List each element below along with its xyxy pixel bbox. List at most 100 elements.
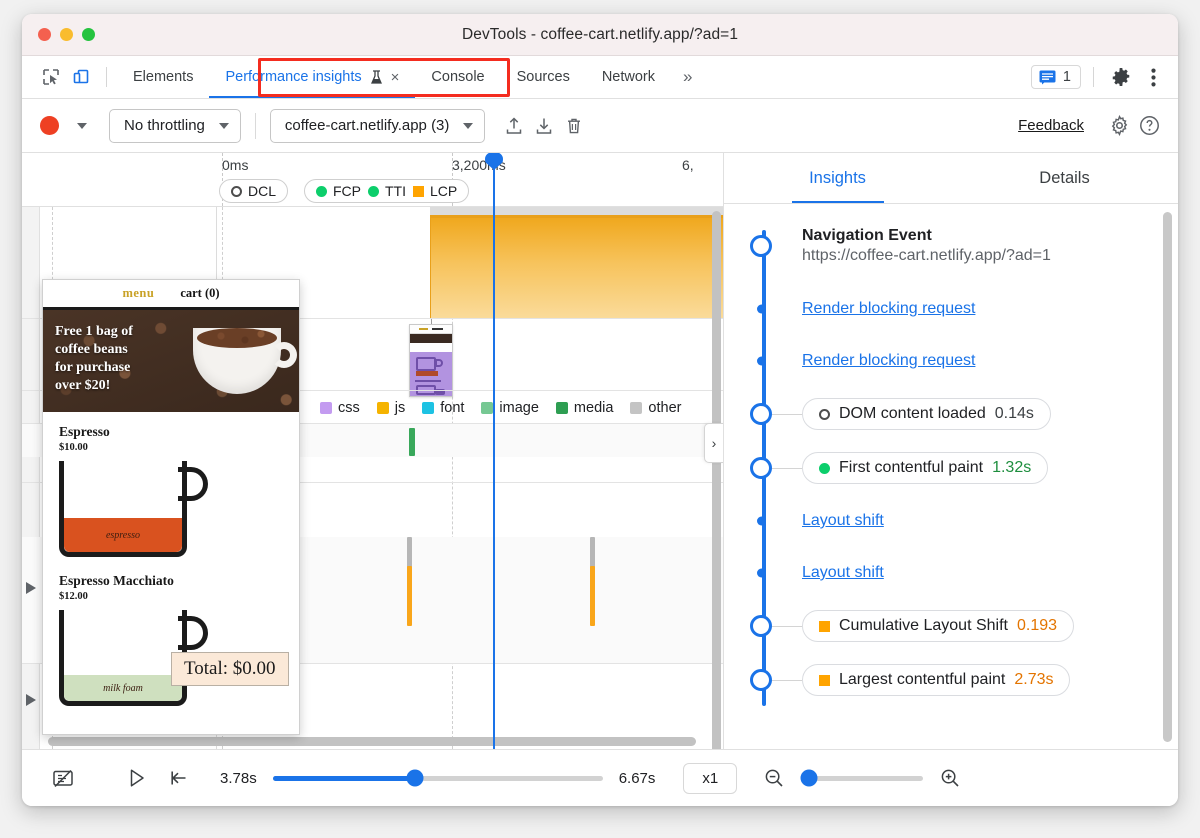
capture-settings-gear-icon[interactable]: [1104, 112, 1134, 140]
legend-label: media: [573, 400, 614, 416]
sidebar-tab-label: Details: [1039, 168, 1090, 187]
upload-profile-icon[interactable]: [499, 112, 529, 140]
tab-elements[interactable]: Elements: [117, 56, 209, 98]
playback-speed-button[interactable]: x1: [683, 762, 738, 794]
chip-value: 0.193: [1016, 617, 1058, 634]
main-track-bar[interactable]: [590, 537, 595, 569]
insight-cumulative-layout-shift[interactable]: Cumulative Layout Shift 0.193: [724, 610, 1178, 642]
insights-list-container[interactable]: Navigation Event https://coffee-cart.net…: [724, 204, 1178, 749]
legend-item-image: image: [481, 400, 539, 416]
insight-link[interactable]: Render blocking request: [802, 352, 975, 370]
more-tabs-icon[interactable]: »: [671, 67, 704, 87]
fcp-dot-icon: [316, 185, 327, 197]
record-options-chevron-down-icon[interactable]: [77, 122, 87, 129]
marker-label: LCP: [430, 183, 458, 199]
jump-to-start-button[interactable]: [164, 764, 194, 792]
network-type-legend: css js font image media other: [320, 400, 681, 416]
main-track-bar[interactable]: [407, 537, 412, 569]
tab-insights[interactable]: Insights: [724, 153, 951, 203]
tab-sources[interactable]: Sources: [501, 56, 586, 98]
track-toggle-network[interactable]: [26, 582, 36, 594]
zoom-out-icon[interactable]: [759, 764, 789, 792]
devtools-tabbar: Elements Performance insights × Console: [22, 56, 1178, 99]
timeline-vertical-scrollbar[interactable]: [712, 211, 721, 749]
filmstrip-thumbnail[interactable]: [409, 324, 453, 397]
devtools-body: 0ms 3,200ms 6, DCL FCP TTI LCP css js fo…: [22, 153, 1178, 749]
insight-render-blocking-request-2[interactable]: Render blocking request: [724, 346, 1178, 376]
device-toolbar-icon[interactable]: [66, 63, 96, 91]
window-titlebar: DevTools - coffee-cart.netlify.app/?ad=1: [22, 14, 1178, 56]
network-request-bar[interactable]: [409, 428, 415, 456]
timeline-horizontal-scrollbar[interactable]: [48, 737, 696, 746]
performance-toolbar: No throttling coffee-cart.netlify.app (3…: [22, 99, 1178, 153]
insight-link[interactable]: Render blocking request: [802, 300, 975, 318]
insight-first-contentful-paint[interactable]: First contentful paint 1.32s: [724, 452, 1178, 484]
insight-layout-shift-1[interactable]: Layout shift: [724, 506, 1178, 536]
insight-layout-shift-2[interactable]: Layout shift: [724, 558, 1178, 588]
timeline-ruler[interactable]: 0ms 3,200ms 6, DCL FCP TTI LCP: [22, 153, 723, 207]
trash-icon[interactable]: [559, 112, 589, 140]
legend-label: font: [440, 400, 465, 416]
zoom-in-icon[interactable]: [935, 764, 965, 792]
main-track-bar[interactable]: [590, 566, 595, 626]
playback-slider[interactable]: [272, 769, 603, 787]
download-profile-icon[interactable]: [529, 112, 559, 140]
tab-console[interactable]: Console: [415, 56, 500, 98]
product-name: Espresso: [59, 424, 110, 439]
insight-link[interactable]: Layout shift: [802, 512, 884, 530]
throttling-select[interactable]: No throttling: [109, 108, 241, 143]
record-button[interactable]: [40, 116, 59, 135]
tabbar-divider: [106, 67, 107, 87]
minimize-window-button[interactable]: [60, 28, 73, 41]
zoom-slider[interactable]: [800, 769, 924, 787]
timeline-node: [750, 235, 772, 257]
timeline-node: [757, 516, 766, 526]
insight-dom-content-loaded[interactable]: DOM content loaded 0.14s: [724, 398, 1178, 430]
close-icon[interactable]: ×: [391, 69, 400, 86]
more-options-icon[interactable]: [1138, 63, 1168, 91]
hollow-circle-icon: [231, 185, 242, 197]
help-icon[interactable]: [1134, 112, 1164, 140]
timeline-node: [750, 669, 772, 691]
insight-navigation-event[interactable]: Navigation Event https://coffee-cart.net…: [724, 220, 1178, 272]
close-window-button[interactable]: [38, 28, 51, 41]
insights-sidebar: Insights Details Navigation Event https:…: [724, 153, 1178, 749]
marker-pill-dcl[interactable]: DCL: [219, 179, 289, 203]
preview-cart-link: cart (0): [180, 286, 220, 300]
message-count: 1: [1062, 69, 1071, 85]
marker-pill-paint[interactable]: FCP TTI LCP: [304, 179, 470, 203]
tab-list: Elements Performance insights × Console: [117, 56, 704, 98]
tab-network[interactable]: Network: [586, 56, 671, 98]
tab-details[interactable]: Details: [951, 153, 1178, 203]
inspect-element-icon[interactable]: [36, 63, 66, 91]
screen-root: DevTools - coffee-cart.netlify.app/?ad=1…: [0, 0, 1200, 838]
play-button[interactable]: [122, 764, 152, 792]
insight-chip[interactable]: DOM content loaded 0.14s: [802, 398, 1051, 430]
other-swatch-icon: [630, 402, 643, 414]
gear-icon[interactable]: [1106, 63, 1136, 91]
feedback-link[interactable]: Feedback: [1018, 117, 1084, 134]
timeline-playhead-line[interactable]: [485, 153, 503, 749]
timeline-node: [750, 403, 772, 425]
maximize-window-button[interactable]: [82, 28, 95, 41]
preview-promo-banner: Free 1 bag of coffee beans for purchase ove…: [43, 310, 299, 412]
sidebar-vertical-scrollbar[interactable]: [1163, 212, 1172, 742]
main-track-bar[interactable]: [407, 566, 412, 626]
lcp-region-block[interactable]: [430, 215, 723, 319]
insight-render-blocking-request-1[interactable]: Render blocking request: [724, 294, 1178, 324]
chip-label: Cumulative Layout Shift: [839, 617, 1008, 634]
toolbar-divider: [254, 112, 256, 139]
insight-largest-contentful-paint[interactable]: Largest contentful paint 2.73s: [724, 664, 1178, 696]
screenshot-toggle-icon[interactable]: [48, 764, 78, 792]
insight-chip[interactable]: First contentful paint 1.32s: [802, 452, 1049, 484]
tab-performance-insights[interactable]: Performance insights ×: [209, 56, 416, 98]
insight-chip[interactable]: Cumulative Layout Shift 0.193: [802, 610, 1075, 642]
performance-timeline[interactable]: 0ms 3,200ms 6, DCL FCP TTI LCP css js fo…: [22, 153, 724, 749]
page-select[interactable]: coffee-cart.netlify.app (3): [269, 108, 486, 143]
insight-chip[interactable]: Largest contentful paint 2.73s: [802, 664, 1071, 696]
insight-link[interactable]: Layout shift: [802, 564, 884, 582]
screenshot-preview-overlay[interactable]: menu cart (0) Free 1 bag of coffee beans f…: [42, 279, 300, 735]
track-toggle-main[interactable]: [26, 694, 36, 706]
sidebar-expand-toggle[interactable]: ›: [704, 423, 723, 463]
console-messages-badge[interactable]: 1: [1030, 65, 1081, 89]
